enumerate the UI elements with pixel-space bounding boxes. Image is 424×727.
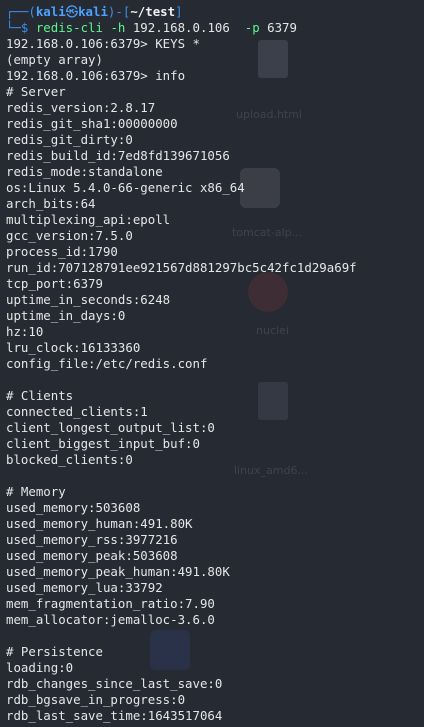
info-line: hz:10 (6, 324, 44, 339)
info-line: uptime_in_seconds:6248 (6, 292, 171, 307)
command-flag-p: -p (244, 20, 260, 35)
info-line: loading:0 (6, 660, 74, 675)
info-line: lru_clock:16133360 (6, 340, 141, 355)
info-line: multiplexing_api:epoll (6, 212, 171, 227)
info-line: client_longest_output_list:0 (6, 420, 215, 435)
prompt-user: kali (35, 4, 66, 19)
command-flag-h: -h (110, 20, 126, 35)
info-line: gcc_version:7.5.0 (6, 228, 133, 243)
prompt-at-symbol: ㉿ (65, 4, 79, 19)
info-line: used_memory:503608 (6, 500, 141, 515)
info-line: rdb_last_save_time:1643517064 (6, 708, 223, 723)
info-line: rdb_changes_since_last_save:0 (6, 676, 223, 691)
command-name: redis-cli (35, 20, 103, 35)
prompt-host: kali (78, 4, 108, 19)
info-line: client_biggest_input_buf:0 (6, 436, 200, 451)
terminal-window[interactable]: upload.html tomcat-alp... nuclei linux_a… (0, 0, 424, 727)
info-line: used_memory_lua:33792 (6, 580, 163, 595)
info-line: mem_fragmentation_ratio:7.90 (6, 596, 215, 611)
section-header-server: # Server (6, 84, 66, 99)
prompt-header: ┌──(kali㉿kali)-[~/test] (6, 4, 183, 19)
info-line: mem_allocator:jemalloc-3.6.0 (6, 612, 215, 627)
info-line: tcp_port:6379 (6, 276, 103, 291)
info-line: used_memory_peak:503608 (6, 548, 178, 563)
section-header-persistence: # Persistence (6, 644, 103, 659)
info-line: config_file:/etc/redis.conf (6, 356, 208, 371)
info-line: rdb_bgsave_in_progress:0 (6, 692, 186, 707)
section-header-clients: # Clients (6, 388, 74, 403)
info-line: used_memory_peak_human:491.80K (6, 564, 230, 579)
prompt-command-line: └─$ redis-cli -h 192.168.0.106 -p 6379 (6, 20, 297, 35)
command-port-arg: 6379 (267, 20, 297, 35)
section-header-memory: # Memory (6, 484, 66, 499)
info-line: used_memory_human:491.80K (6, 516, 193, 531)
info-line: process_id:1790 (6, 244, 118, 259)
session-line: 192.168.0.106:6379> KEYS * (6, 36, 200, 51)
terminal-output: ┌──(kali㉿kali)-[~/test] └─$ redis-cli -h… (6, 4, 422, 724)
info-line: run_id:707128791ee921567d881297bc5c42fc1… (6, 260, 357, 275)
session-line: 192.168.0.106:6379> info (6, 68, 186, 83)
info-line: arch_bits:64 (6, 196, 96, 211)
info-line: connected_clients:1 (6, 404, 148, 419)
info-line: redis_version:2.8.17 (6, 100, 156, 115)
info-line: uptime_in_days:0 (6, 308, 126, 323)
info-line: redis_mode:standalone (6, 164, 163, 179)
info-line: redis_git_dirty:0 (6, 132, 133, 147)
info-line: redis_git_sha1:00000000 (6, 116, 178, 131)
info-line: redis_build_id:7ed8fd139671056 (6, 148, 230, 163)
info-line: blocked_clients:0 (6, 452, 133, 467)
info-line: os:Linux 5.4.0-66-generic x86_64 (6, 180, 245, 195)
command-host-arg: 192.168.0.106 (132, 20, 230, 35)
prompt-cwd: ~/test (130, 4, 176, 19)
session-line: (empty array) (6, 52, 103, 67)
info-line: used_memory_rss:3977216 (6, 532, 178, 547)
